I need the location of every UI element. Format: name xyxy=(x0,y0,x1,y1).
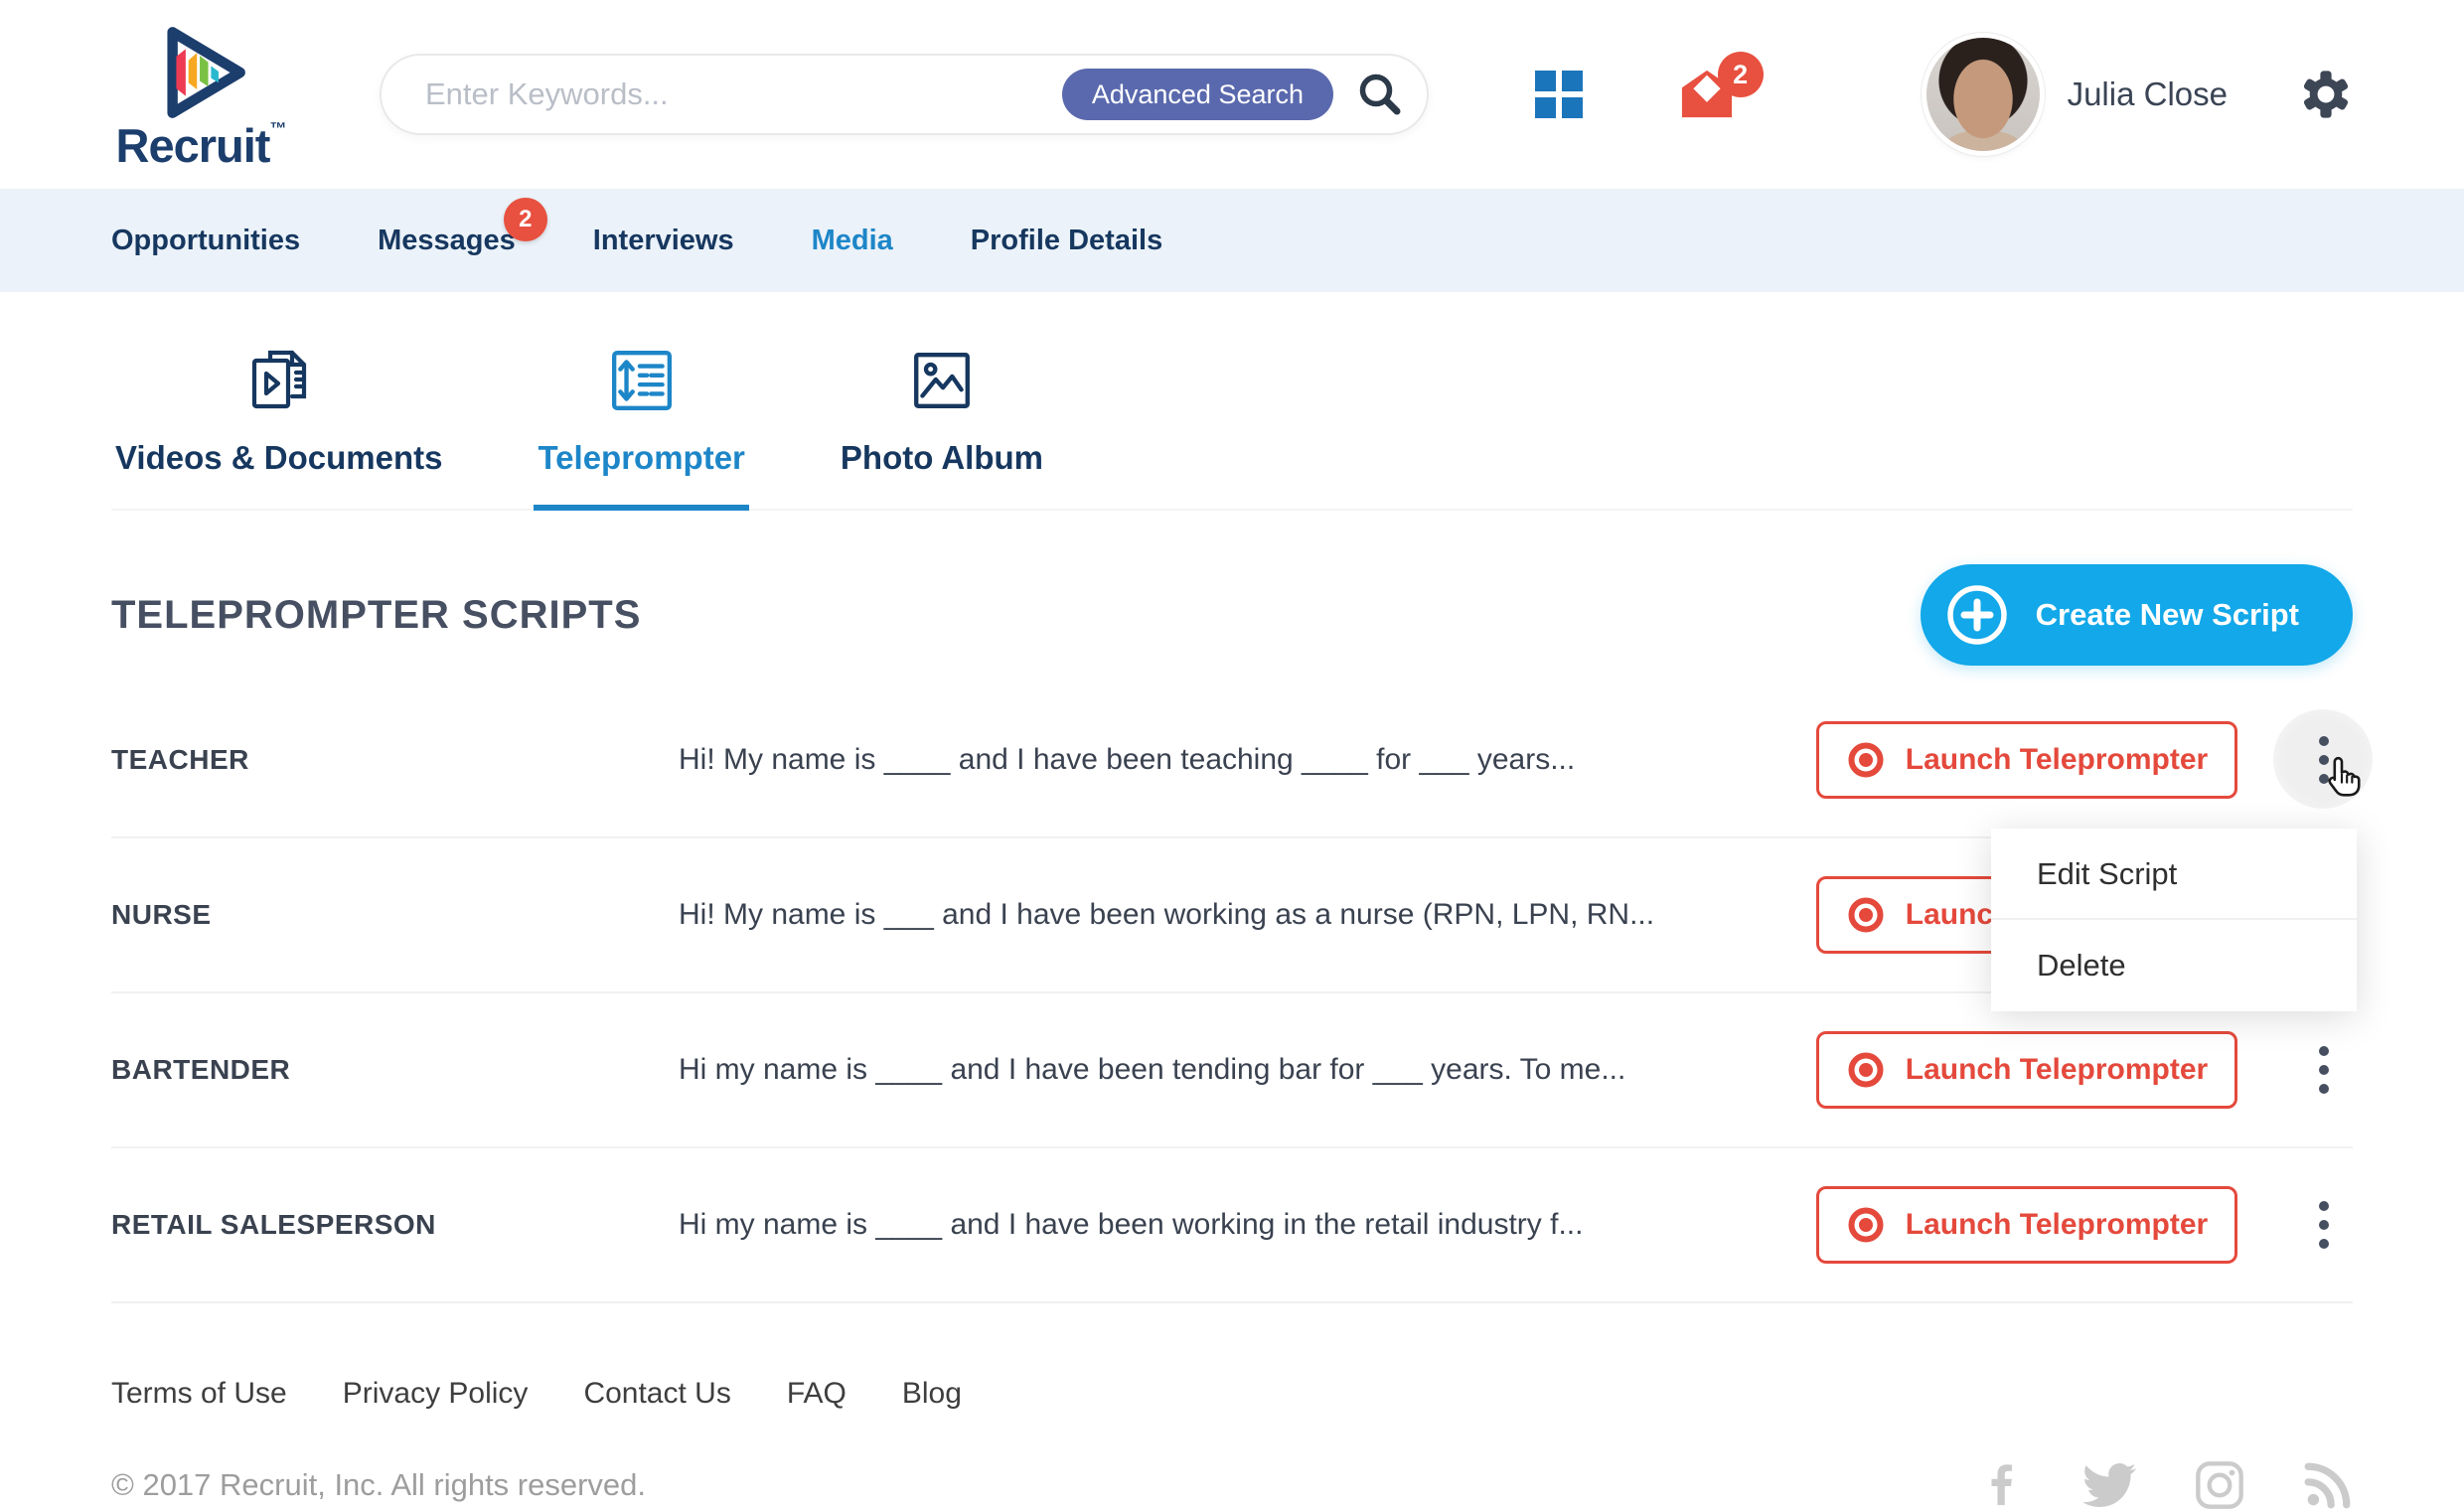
nav-messages-label: Messages xyxy=(378,225,516,256)
nav-media[interactable]: Media xyxy=(812,225,893,257)
script-name: NURSE xyxy=(111,899,679,931)
launch-teleprompter-label: Launch Teleprompter xyxy=(1906,1053,2208,1087)
script-name: BARTENDER xyxy=(111,1054,679,1086)
script-row: RETAIL SALESPERSON Hi my name is ____ an… xyxy=(111,1148,2353,1303)
script-row: BARTENDER Hi my name is ____ and I have … xyxy=(111,993,2353,1148)
script-name: RETAIL SALESPERSON xyxy=(111,1209,679,1241)
twitter-icon[interactable] xyxy=(2082,1458,2136,1512)
header-actions: 2 Julia Close xyxy=(1535,38,2353,151)
messages-badge: 2 xyxy=(504,198,547,241)
script-preview: Hi my name is ____ and I have been tendi… xyxy=(679,1053,1816,1087)
page-title: TELEPROMPTER SCRIPTS xyxy=(111,593,641,638)
footer-link[interactable]: Blog xyxy=(902,1377,962,1411)
search-input[interactable] xyxy=(423,76,1062,113)
script-preview: Hi! My name is ____ and I have been teac… xyxy=(679,743,1816,777)
social-icons xyxy=(1977,1458,2353,1512)
tab-photo-album-label: Photo Album xyxy=(841,439,1043,477)
row-menu-zone xyxy=(2295,1160,2353,1289)
create-new-script-button[interactable]: Create New Script xyxy=(1921,564,2353,666)
footer-link[interactable]: Terms of Use xyxy=(111,1377,287,1411)
instagram-icon[interactable] xyxy=(2194,1459,2245,1511)
row-context-menu: Edit Script Delete xyxy=(1991,829,2357,1011)
launch-teleprompter-button[interactable]: Launch Teleprompter xyxy=(1816,1186,2237,1264)
hand-cursor-icon xyxy=(2319,751,2365,797)
facebook-icon[interactable] xyxy=(1977,1461,2025,1509)
plus-icon xyxy=(1944,582,2010,648)
teleprompter-icon xyxy=(609,348,675,413)
record-icon xyxy=(1846,1205,1886,1245)
script-preview: Hi my name is ____ and I have been worki… xyxy=(679,1208,1816,1242)
main-nav: Opportunities Messages2 Interviews Media… xyxy=(0,189,2464,292)
tab-photo-album[interactable]: Photo Album xyxy=(837,348,1047,511)
trademark: ™ xyxy=(269,119,285,138)
nav-opportunities[interactable]: Opportunities xyxy=(111,225,300,257)
footer-links: Terms of Use Privacy Policy Contact Us FAQ B… xyxy=(111,1377,2353,1411)
create-new-script-label: Create New Script xyxy=(2036,597,2299,633)
menu-item-delete[interactable]: Delete xyxy=(1991,920,2357,1011)
recruit-media-page: Recruit™ Advanced Search xyxy=(0,0,2464,1512)
brand-name: Recruit™ xyxy=(116,120,286,169)
footer-link[interactable]: FAQ xyxy=(787,1377,847,1411)
menu-item-edit-script[interactable]: Edit Script xyxy=(1991,829,2357,920)
record-icon xyxy=(1846,895,1886,935)
mail-icon[interactable]: 2 xyxy=(1678,68,1736,121)
launch-teleprompter-label: Launch Teleprompter xyxy=(1906,743,2208,777)
recruit-logo[interactable]: Recruit™ xyxy=(111,21,290,169)
row-menu-zone xyxy=(2295,695,2353,825)
gear-icon[interactable] xyxy=(2299,68,2353,121)
recruit-logo-icon xyxy=(141,21,260,124)
user-name[interactable]: Julia Close xyxy=(2068,76,2228,113)
app-header: Recruit™ Advanced Search xyxy=(0,0,2464,189)
advanced-search-button[interactable]: Advanced Search xyxy=(1062,69,1333,120)
mail-badge: 2 xyxy=(1718,52,1764,97)
search-bar: Advanced Search xyxy=(380,54,1429,135)
launch-teleprompter-button[interactable]: Launch Teleprompter xyxy=(1816,721,2237,799)
footer-link[interactable]: Privacy Policy xyxy=(343,1377,529,1411)
media-tabs: Videos & Documents Teleprompter xyxy=(111,348,2353,511)
apps-grid-icon[interactable] xyxy=(1535,71,1583,118)
script-row: TEACHER Hi! My name is ____ and I have b… xyxy=(111,683,2353,838)
launch-teleprompter-button[interactable]: Launch Teleprompter xyxy=(1816,1031,2237,1109)
record-icon xyxy=(1846,740,1886,780)
tab-videos-documents-label: Videos & Documents xyxy=(115,439,442,477)
video-document-icon xyxy=(246,348,312,413)
nav-interviews[interactable]: Interviews xyxy=(593,225,734,257)
footer-link[interactable]: Contact Us xyxy=(583,1377,730,1411)
section-header: TELEPROMPTER SCRIPTS Create New Script xyxy=(111,564,2353,666)
launch-teleprompter-label: Launch Teleprompter xyxy=(1906,1208,2208,1242)
copyright: © 2017 Recruit, Inc. All rights reserved… xyxy=(111,1467,646,1503)
nav-profile-details[interactable]: Profile Details xyxy=(971,225,1162,257)
footer-bottom: © 2017 Recruit, Inc. All rights reserved… xyxy=(111,1458,2353,1512)
row-kebab-menu-button[interactable] xyxy=(2309,1191,2339,1259)
script-name: TEACHER xyxy=(111,744,679,776)
photo-album-icon xyxy=(909,348,975,413)
avatar[interactable] xyxy=(1926,38,2040,151)
row-kebab-menu-button[interactable] xyxy=(2309,1036,2339,1104)
tab-teleprompter-label: Teleprompter xyxy=(538,439,744,477)
search-icon[interactable] xyxy=(1333,72,1403,117)
page-footer: Terms of Use Privacy Policy Contact Us FAQ B… xyxy=(0,1303,2464,1512)
script-preview: Hi! My name is ___ and I have been worki… xyxy=(679,898,1816,932)
media-content: Videos & Documents Teleprompter xyxy=(0,348,2464,1303)
record-icon xyxy=(1846,1050,1886,1090)
nav-messages[interactable]: Messages2 xyxy=(378,225,516,257)
scripts-list: TEACHER Hi! My name is ____ and I have b… xyxy=(111,683,2353,1303)
tab-teleprompter[interactable]: Teleprompter xyxy=(534,348,748,511)
row-menu-zone xyxy=(2295,1005,2353,1134)
tab-videos-documents[interactable]: Videos & Documents xyxy=(111,348,446,511)
